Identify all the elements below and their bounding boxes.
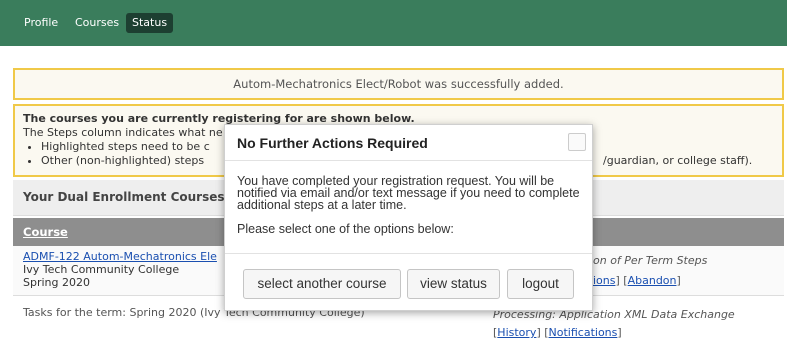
course-term: Spring 2020	[23, 276, 90, 289]
no-further-actions-dialog: No Further Actions Required You have com…	[224, 124, 593, 311]
nav-status[interactable]: Status	[126, 13, 174, 33]
dialog-title: No Further Actions Required	[225, 125, 592, 161]
select-another-course-button[interactable]: select another course	[243, 269, 401, 299]
abandon-link[interactable]: Abandon	[628, 274, 677, 287]
dialog-close-icon[interactable]	[568, 133, 586, 151]
nav-courses[interactable]: Courses	[71, 13, 123, 33]
notifications-link[interactable]: Notifications	[549, 326, 618, 339]
course-college: Ivy Tech Community College	[23, 263, 180, 276]
tasks-steps: Processing: Application XML Data Exchang…	[493, 308, 735, 339]
actions-link[interactable]: ions	[593, 274, 616, 287]
info-bullet-other-text: Other (non-highlighted) steps	[41, 154, 205, 167]
dialog-body: You have completed your registration req…	[237, 174, 582, 236]
course-step-text: on of Per Term Steps	[593, 254, 708, 267]
course-steps: on of Per Term Steps ions] [Abandon]	[593, 254, 708, 287]
top-nav: Profile Courses Status	[0, 0, 787, 46]
success-notice: Autom-Mechatronics Elect/Robot was succe…	[13, 68, 784, 100]
nav-profile[interactable]: Profile	[20, 13, 62, 33]
history-link[interactable]: History	[497, 326, 536, 339]
dialog-message: You have completed your registration req…	[237, 174, 580, 212]
success-notice-text: Autom-Mechatronics Elect/Robot was succe…	[233, 77, 564, 91]
logout-button[interactable]: logout	[507, 269, 574, 299]
course-link[interactable]: ADMF-122 Autom-Mechatronics Ele	[23, 250, 217, 263]
view-status-button[interactable]: view status	[407, 269, 500, 299]
info-bullet-other-tail: /guardian, or college staff).	[603, 154, 753, 167]
dialog-prompt: Please select one of the options below:	[237, 222, 454, 236]
column-course-header[interactable]: Course	[23, 225, 68, 239]
dialog-divider	[225, 253, 592, 254]
course-info: ADMF-122 Autom-Mechatronics Ele Ivy Tech…	[23, 250, 217, 289]
